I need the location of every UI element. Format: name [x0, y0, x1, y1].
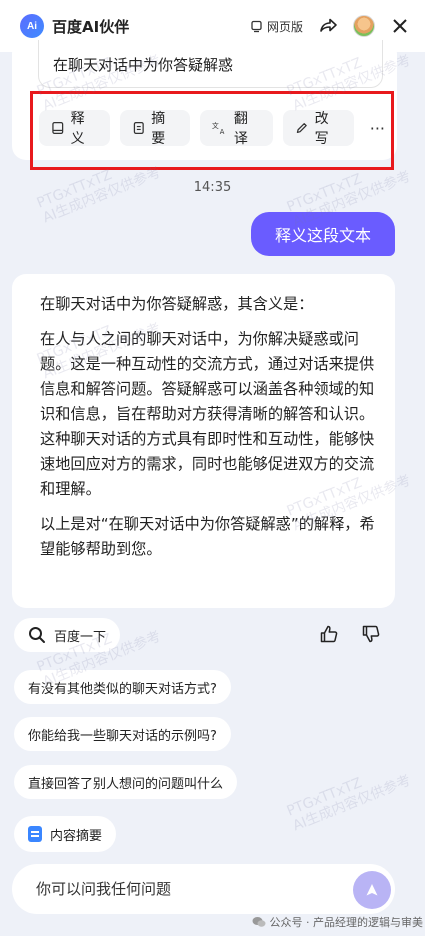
assistant-answer: 在聊天对话中为你答疑解惑，其含义是： 在人与人之间的聊天对话中，为你解决疑惑或问… — [12, 274, 395, 608]
app-title: 百度AI伙伴 — [52, 17, 130, 36]
thumbs-down-icon — [362, 625, 380, 643]
translate-icon: 文 A — [212, 121, 225, 135]
tool-translate-button[interactable]: 文 A 翻译 — [200, 110, 274, 147]
tool-summary-button[interactable]: 摘要 — [119, 110, 191, 147]
send-button[interactable] — [353, 871, 391, 909]
pen-icon — [296, 123, 307, 133]
answer-paragraph: 在人与人之间的聊天对话中，为你解决疑惑或问题。这是一种互动性的交流方式，通过对话… — [40, 330, 375, 498]
tool-row: 释义 摘要 文 A 翻译 改写 ··· — [30, 91, 394, 170]
answer-paragraph: 在聊天对话中为你答疑解惑，其含义是： — [40, 295, 314, 313]
svg-text:A: A — [220, 128, 225, 135]
answer-paragraph: 以上是对“在聊天对话中为你答疑解惑”的解释，希望能够帮助到您。 — [40, 515, 375, 558]
search-icon — [29, 627, 45, 643]
summary-label: 内容摘要 — [50, 828, 103, 844]
quoted-text: 在聊天对话中为你答疑解惑 — [38, 40, 383, 88]
close-button[interactable] — [389, 15, 411, 37]
chat-input[interactable] — [36, 880, 336, 898]
like-button[interactable] — [316, 620, 342, 648]
tool-label: 翻译 — [233, 111, 248, 147]
tool-rewrite-button[interactable]: 改写 — [283, 110, 354, 147]
monitor-icon — [251, 20, 262, 32]
tools-more-button[interactable]: ··· — [364, 110, 391, 146]
tool-label: 摘要 — [151, 111, 166, 147]
suggestion-chip[interactable]: 直接回答了别人想问的问题叫什么 — [14, 765, 238, 799]
content-summary-button[interactable]: 内容摘要 — [14, 816, 117, 852]
share-button[interactable] — [317, 15, 339, 37]
ai-watermark: PTGxTTxTZAI生成内容仅供参考 — [284, 772, 414, 835]
svg-text:文: 文 — [212, 121, 219, 130]
wechat-icon — [252, 917, 265, 927]
document-icon — [133, 122, 144, 134]
search-label: 百度一下 — [54, 629, 107, 645]
dislike-button[interactable] — [358, 620, 384, 648]
suggestion-chip[interactable]: 你能给我一些聊天对话的示例吗? — [14, 717, 231, 751]
tool-label: 改写 — [314, 111, 329, 147]
book-icon — [52, 122, 64, 134]
close-icon — [393, 19, 407, 33]
app-logo: Ai — [20, 14, 44, 38]
user-message: 释义这段文本 — [250, 212, 395, 256]
web-version-link[interactable]: 网页版 — [250, 18, 303, 35]
share-icon — [320, 18, 337, 32]
header-actions: 网页版 — [250, 15, 411, 37]
avatar[interactable] — [353, 15, 375, 37]
suggestion-chip[interactable]: 有没有其他类似的聊天对话方式? — [14, 670, 231, 704]
timestamp: 14:35 — [193, 180, 232, 195]
thumbs-up-icon — [320, 625, 338, 643]
tool-label: 释义 — [70, 111, 85, 147]
summary-icon — [28, 826, 42, 842]
tool-explain-button[interactable]: 释义 — [39, 110, 110, 147]
footer-watermark: 公众号 · 产品经理的逻辑与审美 — [252, 914, 425, 930]
chat-input-bar — [12, 864, 395, 914]
send-icon — [366, 884, 378, 896]
web-version-label: 网页版 — [266, 19, 303, 34]
baidu-search-button[interactable]: 百度一下 — [14, 618, 121, 652]
